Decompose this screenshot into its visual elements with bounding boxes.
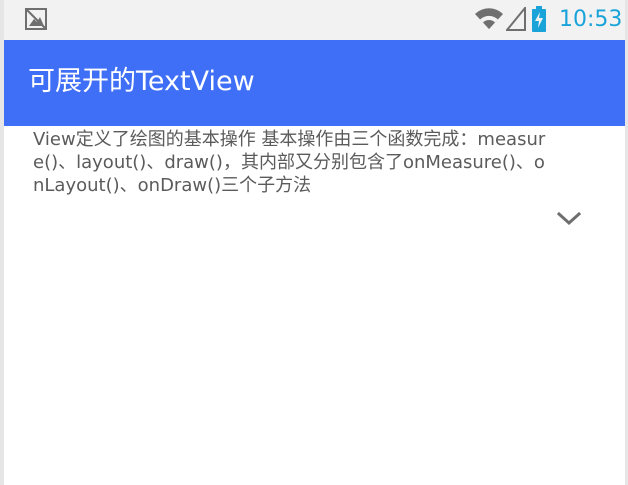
app-bar: 可展开的TextView xyxy=(4,40,625,126)
expandable-textview[interactable]: View定义了绘图的基本操作 基本操作由三个函数完成：measure()、lay… xyxy=(33,128,553,197)
image-placeholder-icon xyxy=(25,8,47,30)
phone-screen: 10:53 可展开的TextView View定义了绘图的基本操作 基本操作由三… xyxy=(0,0,628,485)
app-title: 可展开的TextView xyxy=(28,66,255,97)
wifi-icon xyxy=(475,8,503,29)
chevron-down-icon[interactable] xyxy=(556,208,582,230)
status-bar: 10:53 xyxy=(4,0,625,40)
cell-signal-icon xyxy=(506,7,526,31)
status-clock: 10:53 xyxy=(559,7,623,32)
content-area: View定义了绘图的基本操作 基本操作由三个函数完成：measure()、lay… xyxy=(4,126,625,485)
battery-charging-icon xyxy=(532,6,546,32)
